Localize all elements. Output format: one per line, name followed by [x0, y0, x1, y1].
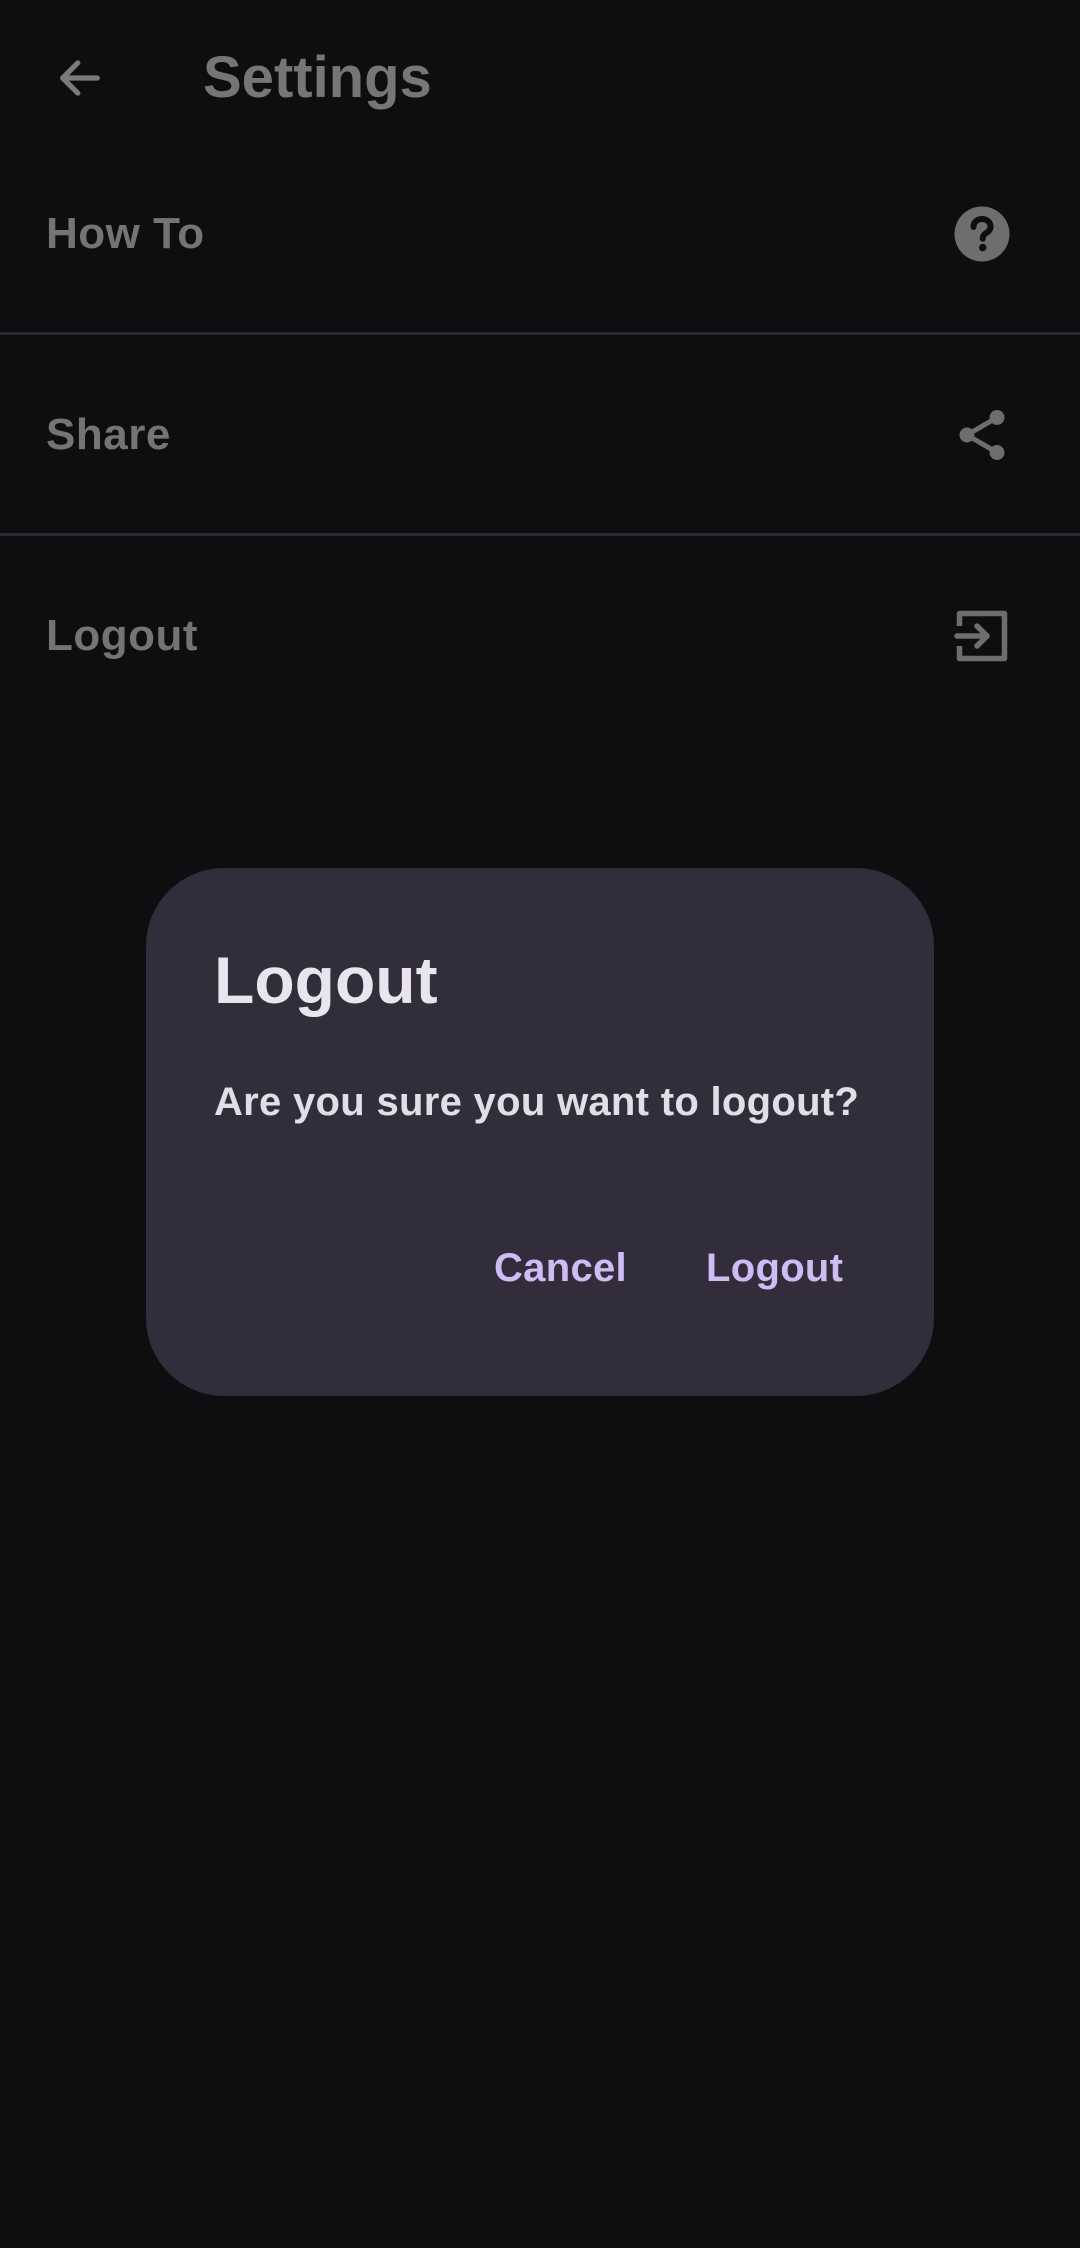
dialog-message: Are you sure you want to logout? [214, 1080, 860, 1124]
page-title: Settings [203, 45, 432, 110]
settings-item-logout[interactable]: Logout [0, 536, 1080, 737]
confirm-logout-button[interactable]: Logout [686, 1228, 863, 1308]
logout-dialog: Logout Are you sure you want to logout? … [146, 868, 934, 1396]
share-icon [952, 405, 1012, 465]
settings-list: How To Share Logout [0, 134, 1080, 737]
settings-item-share[interactable]: Share [0, 335, 1080, 536]
back-button[interactable] [40, 40, 120, 120]
cancel-button[interactable]: Cancel [474, 1228, 647, 1308]
settings-item-label: Logout [46, 611, 199, 660]
logout-icon [952, 606, 1012, 666]
settings-screen: Settings How To Share Logout Logout Are … [0, 0, 1080, 2248]
settings-item-label: Share [46, 410, 171, 459]
dialog-title: Logout [214, 943, 438, 1017]
arrow-back-icon [54, 52, 106, 109]
settings-item-how-to[interactable]: How To [0, 134, 1080, 335]
help-circle-icon [952, 204, 1012, 264]
settings-item-label: How To [46, 209, 205, 258]
